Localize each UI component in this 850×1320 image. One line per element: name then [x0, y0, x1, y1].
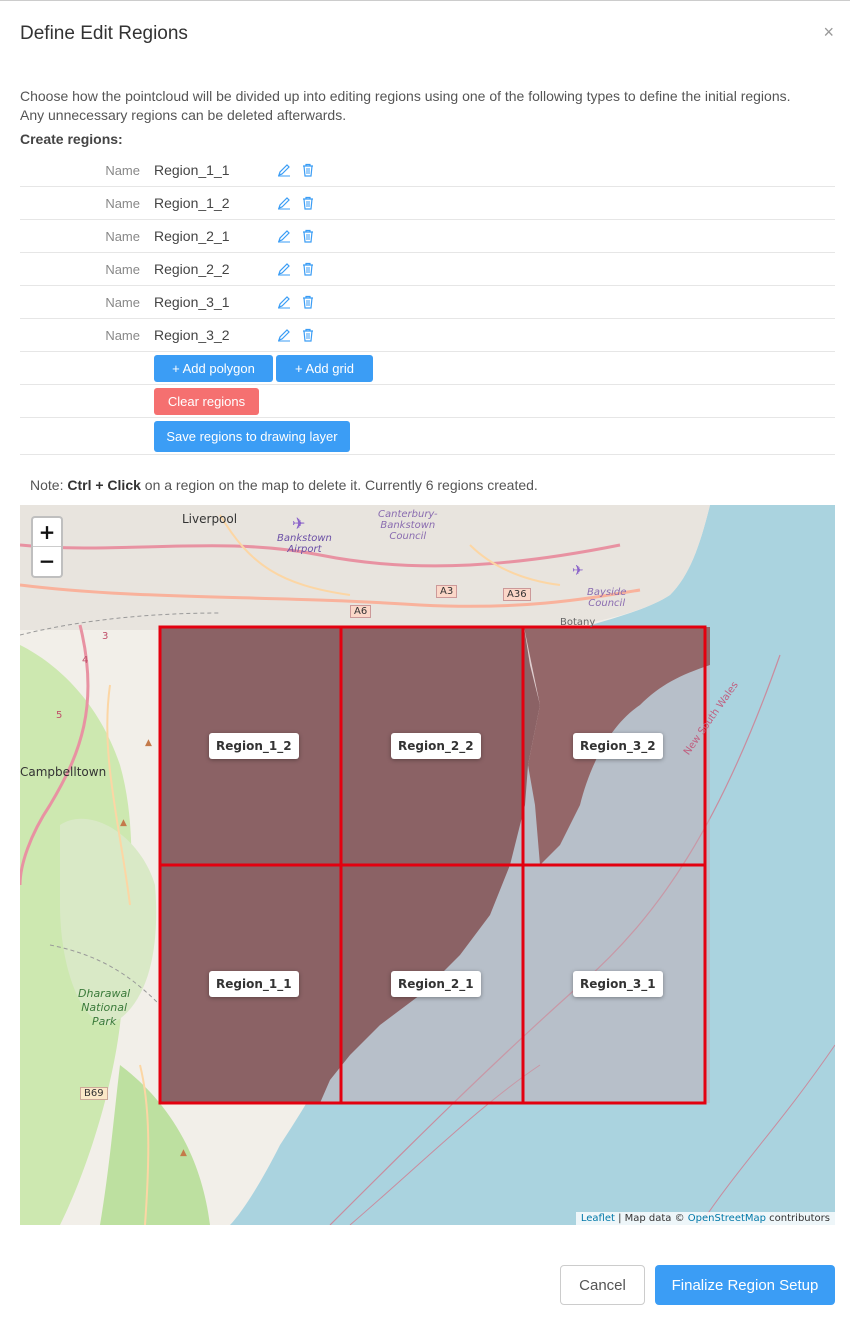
region-label[interactable]: Region_3_2: [573, 733, 663, 759]
leaflet-link[interactable]: Leaflet: [581, 1213, 615, 1224]
attribution-tail: contributors: [766, 1213, 830, 1224]
region-name: Region_3_1: [154, 294, 230, 310]
road-shield: A36: [503, 588, 531, 601]
region-name: Region_1_1: [154, 162, 230, 178]
close-icon[interactable]: ×: [823, 23, 834, 41]
place-label: Bayside Council: [587, 587, 627, 609]
add-polygon-button[interactable]: + Add polygon: [154, 355, 273, 382]
note-text: Note: Ctrl + Click on a region on the ma…: [30, 477, 538, 493]
save-regions-button[interactable]: Save regions to drawing layer: [154, 421, 350, 452]
region-name: Region_3_2: [154, 327, 230, 343]
clear-regions-button[interactable]: Clear regions: [154, 388, 259, 415]
name-label: Name: [105, 261, 140, 277]
action-row: Save regions to drawing layer: [20, 418, 835, 455]
road-number: 3: [102, 631, 109, 642]
trash-icon[interactable]: [301, 196, 315, 210]
attribution-sep: | Map data ©: [614, 1213, 688, 1224]
name-label: Name: [105, 294, 140, 310]
region-name: Region_1_2: [154, 195, 230, 211]
regions-table: Name Region_1_1 Name Region_1_2 Name Reg…: [20, 154, 835, 455]
note-prefix: Note:: [30, 477, 68, 493]
maritime-line: [699, 1044, 835, 1225]
road-number: 5: [56, 710, 63, 721]
zoom-control: + −: [31, 516, 63, 578]
name-label: Name: [105, 228, 140, 244]
peak-icon: ▲: [120, 818, 127, 828]
edit-icon[interactable]: [277, 295, 291, 309]
define-regions-dialog: Define Edit Regions × Choose how the poi…: [0, 0, 850, 1320]
name-label: Name: [105, 327, 140, 343]
place-label: Campbelltown: [20, 765, 107, 779]
region-row: Name Region_3_2: [20, 319, 835, 352]
airport-icon: ✈: [292, 514, 305, 533]
region-label[interactable]: Region_2_2: [391, 733, 481, 759]
place-label: Liverpool: [182, 512, 238, 526]
region-name: Region_2_1: [154, 228, 230, 244]
region-row: Name Region_3_1: [20, 286, 835, 319]
map-view[interactable]: ✈ ✈ ▲ ▲ ▲ Liverpool Bankstown Airport Can…: [20, 505, 835, 1225]
road-shield: A3: [436, 585, 458, 598]
place-label: Dharawal National Park: [78, 987, 131, 1028]
airport-icon: ✈: [572, 563, 584, 579]
trash-icon[interactable]: [301, 163, 315, 177]
add-grid-button[interactable]: + Add grid: [276, 355, 373, 382]
region-label[interactable]: Region_1_2: [209, 733, 299, 759]
region-row: Name Region_1_2: [20, 187, 835, 220]
create-regions-label: Create regions:: [20, 131, 123, 147]
place-label: Botany: [560, 617, 596, 628]
trash-icon[interactable]: [301, 262, 315, 276]
finalize-button[interactable]: Finalize Region Setup: [655, 1265, 835, 1305]
trash-icon[interactable]: [301, 328, 315, 342]
region-name: Region_2_2: [154, 261, 230, 277]
region-row: Name Region_1_1: [20, 154, 835, 187]
name-label: Name: [105, 162, 140, 178]
place-label: Canterbury- Bankstown Council: [378, 509, 438, 542]
edit-icon[interactable]: [277, 328, 291, 342]
region-row: Name Region_2_2: [20, 253, 835, 286]
osm-link[interactable]: OpenStreetMap: [688, 1213, 766, 1224]
cancel-button[interactable]: Cancel: [560, 1265, 645, 1305]
zoom-out-button[interactable]: −: [33, 547, 61, 576]
region-label[interactable]: Region_1_1: [209, 971, 299, 997]
action-row: + Add polygon + Add grid: [20, 352, 835, 385]
action-row: Clear regions: [20, 385, 835, 418]
place-label: Bankstown Airport: [277, 533, 332, 555]
trash-icon[interactable]: [301, 229, 315, 243]
peak-icon: ▲: [180, 1148, 187, 1158]
region-label[interactable]: Region_2_1: [391, 971, 481, 997]
road-number: 4: [82, 655, 89, 666]
road-shield: A6: [350, 605, 372, 618]
note-shortcut: Ctrl + Click: [67, 477, 141, 493]
edit-icon[interactable]: [277, 229, 291, 243]
dialog-title: Define Edit Regions: [20, 23, 188, 44]
zoom-in-button[interactable]: +: [33, 518, 61, 547]
trash-icon[interactable]: [301, 295, 315, 309]
map-tiles: ✈ ✈ ▲ ▲ ▲: [20, 505, 835, 1225]
edit-icon[interactable]: [277, 262, 291, 276]
edit-icon[interactable]: [277, 163, 291, 177]
edit-icon[interactable]: [277, 196, 291, 210]
region-row: Name Region_2_1: [20, 220, 835, 253]
region-label[interactable]: Region_3_1: [573, 971, 663, 997]
map-attribution: Leaflet | Map data © OpenStreetMap contr…: [575, 1212, 835, 1225]
peak-icon: ▲: [145, 738, 152, 748]
road-shield: B69: [80, 1087, 108, 1100]
name-label: Name: [105, 195, 140, 211]
intro-text: Choose how the pointcloud will be divide…: [20, 88, 791, 123]
note-suffix: on a region on the map to delete it. Cur…: [140, 477, 538, 493]
